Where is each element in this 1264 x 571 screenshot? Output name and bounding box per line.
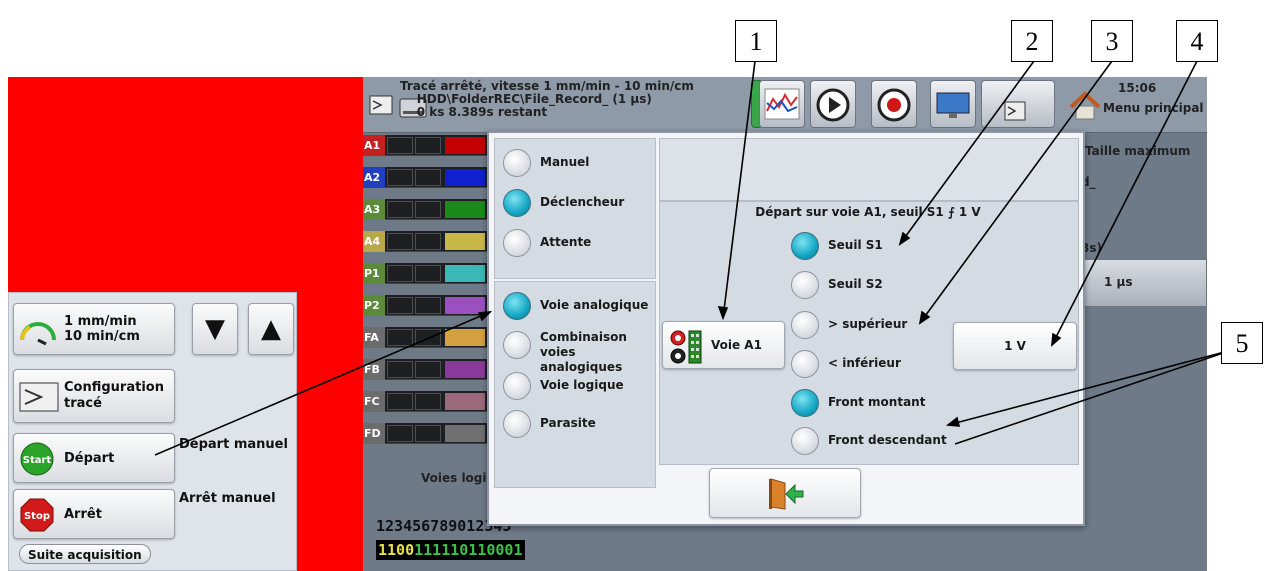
- callout-3: 3: [1091, 20, 1133, 62]
- callout-4: 4: [1176, 20, 1218, 62]
- callout-2: 2: [1011, 20, 1053, 62]
- stage: Tracé arrêté, vitesse 1 mm/min - 10 min/…: [0, 0, 1264, 571]
- callout-1: 1: [735, 20, 777, 62]
- callout-5: 5: [1221, 322, 1263, 364]
- callout-leader-lines: [154, 60, 1233, 456]
